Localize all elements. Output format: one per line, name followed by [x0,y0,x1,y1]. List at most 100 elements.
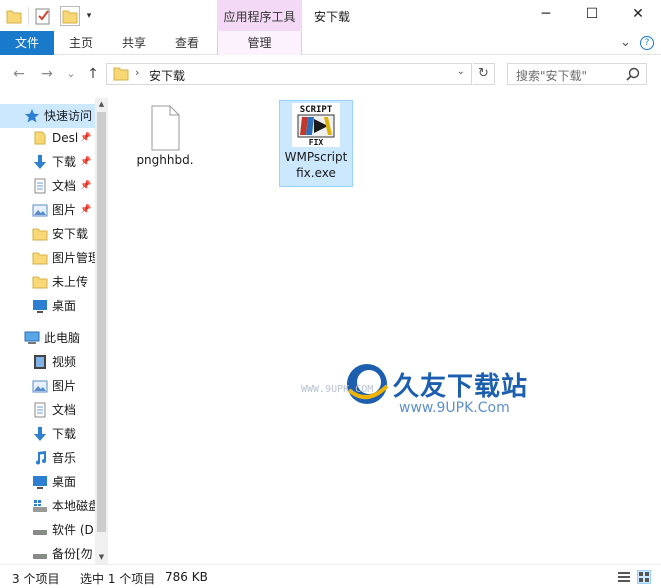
navigation-pane-scrollbar[interactable]: ▲ ▼ [95,98,108,564]
nav-pc-item[interactable]: 文档 [0,398,95,422]
customize-quick-access-dropdown[interactable]: ▾ [84,6,94,26]
nav-quick-access[interactable]: 快速访问 [0,104,95,128]
refresh-button[interactable]: ↻ [473,63,495,85]
quick-access-separator [28,7,29,25]
pin-icon: 📌 [80,157,92,167]
download-icon [32,154,48,170]
pictures-icon [32,378,48,394]
back-button[interactable]: ← [10,65,28,83]
status-item-count: 3 个项目 [12,572,60,586]
new-folder-icon[interactable] [60,6,80,26]
nav-quick-item[interactable]: 文档 📌 [0,174,95,198]
nav-label: 文档 [52,403,77,417]
nav-label: 视频 [52,355,77,369]
file-name: pnghhbd. [136,153,194,167]
watermark-url-left: WWW.9UPK.COM [301,384,374,395]
nav-label: 音乐 [52,451,77,465]
wmp-scriptfix-app-icon: SCRIPT FIX [292,103,340,147]
nav-label: 下载 [52,155,77,169]
tab-file[interactable]: 文件 [0,31,54,55]
title-bar: ▾ 应用程序工具 安下载 ─ ☐ ✕ [0,0,661,31]
nav-quick-item[interactable]: 图片管理 [0,246,95,270]
folder-icon [32,274,48,290]
file-item[interactable]: pnghhbd. [128,102,202,168]
nav-this-pc[interactable]: 此电脑 [0,326,95,350]
search-input[interactable]: 搜索"安下载" [516,67,587,84]
close-button[interactable]: ✕ [615,0,661,31]
nav-label: 本地磁盘 [52,499,95,513]
nav-pc-item[interactable]: 视频 [0,350,95,374]
navigation-pane: 快速访问 Desl 📌 下载 📌 文档 📌 图片 📌 安下载 图片管理 未上传 … [0,98,108,564]
pin-icon: 📌 [80,133,92,143]
help-icon[interactable]: ? [640,36,654,50]
nav-pc-item[interactable]: 图片 [0,374,95,398]
scroll-up-arrow-icon[interactable]: ▲ [95,98,108,111]
nav-pc-item[interactable]: 音乐 [0,446,95,470]
expand-ribbon-icon[interactable]: ⌄ [620,31,631,55]
nav-quick-item[interactable]: 图片 📌 [0,198,95,222]
blank-file-icon [145,104,185,152]
large-icons-view-icon[interactable] [637,570,651,584]
document-icon [32,402,48,418]
icon-text-top: SCRIPT [300,105,333,115]
nav-pc-item[interactable]: 下载 [0,422,95,446]
search-box[interactable]: 搜索"安下载" [507,63,647,85]
status-selection: 选中 1 个项目 [80,572,156,586]
drive-icon [32,546,48,562]
forward-button[interactable]: → [38,65,56,83]
nav-label: 下载 [52,427,77,441]
nav-label: 快速访问 [44,109,93,123]
address-bar[interactable]: › 安下载 ⌄ [106,63,472,85]
nav-pc-item[interactable]: 备份[勿 [0,542,95,564]
nav-label: Desl [52,131,79,145]
nav-label: 桌面 [52,475,77,489]
tab-home[interactable]: 主页 [58,31,104,55]
tab-share[interactable]: 共享 [111,31,157,55]
pin-icon: 📌 [80,181,92,191]
nav-label: 桌面 [52,299,77,313]
file-list-view[interactable]: pnghhbd. SCRIPT FIX WMPscriptfix.exe WWW… [108,98,661,564]
address-history-dropdown[interactable]: ⌄ [457,66,465,77]
nav-label: 文档 [52,179,77,193]
desktop-icon [32,474,48,490]
properties-icon[interactable] [34,6,52,26]
nav-quick-item[interactable]: Desl 📌 [0,126,95,150]
nav-label: 未上传 [52,275,89,289]
nav-pc-item[interactable]: 本地磁盘 [0,494,95,518]
nav-pc-item[interactable]: 桌面 [0,470,95,494]
nav-label: 图片 [52,379,77,393]
folder-icon [32,250,48,266]
pin-icon: 📌 [80,205,92,215]
nav-quick-item[interactable]: 未上传 [0,270,95,294]
breadcrumb-current[interactable]: 安下载 [149,67,185,84]
nav-quick-item[interactable]: 下载 📌 [0,150,95,174]
maximize-button[interactable]: ☐ [569,0,615,31]
nav-label: 备份[勿 [52,547,93,561]
nav-label: 图片管理 [52,251,95,265]
folder-icon[interactable] [6,6,22,26]
file-item[interactable]: SCRIPT FIX WMPscriptfix.exe [279,100,353,187]
search-icon[interactable] [626,67,640,81]
nav-quick-item[interactable]: 安下载 [0,222,95,246]
watermark: WWW.9UPK.COM 久友下载站 www.9UPK.Com [301,346,553,438]
ribbon-tabs: 文件 主页 共享 查看 管理 ⌄ ? [0,31,661,55]
video-icon [32,354,48,370]
nav-label: 安下载 [52,227,89,241]
desktop-folder-icon [32,130,48,146]
nav-pc-item[interactable]: 软件 (D [0,518,95,542]
up-button[interactable]: ↑ [84,65,102,83]
tab-view[interactable]: 查看 [164,31,210,55]
desktop-icon [32,298,48,314]
nav-quick-item[interactable]: 桌面 [0,294,95,318]
breadcrumb-chevron-icon[interactable]: › [135,66,139,79]
computer-icon [24,330,40,346]
folder-icon [32,226,48,242]
pictures-icon [32,202,48,218]
details-view-icon[interactable] [617,570,631,584]
drive-icon [32,522,48,538]
minimize-button[interactable]: ─ [523,0,569,31]
tab-manage[interactable]: 管理 [217,31,302,55]
scrollbar-thumb[interactable] [97,112,106,532]
scroll-down-arrow-icon[interactable]: ▼ [95,551,108,564]
recent-locations-dropdown[interactable]: ⌄ [62,65,80,83]
